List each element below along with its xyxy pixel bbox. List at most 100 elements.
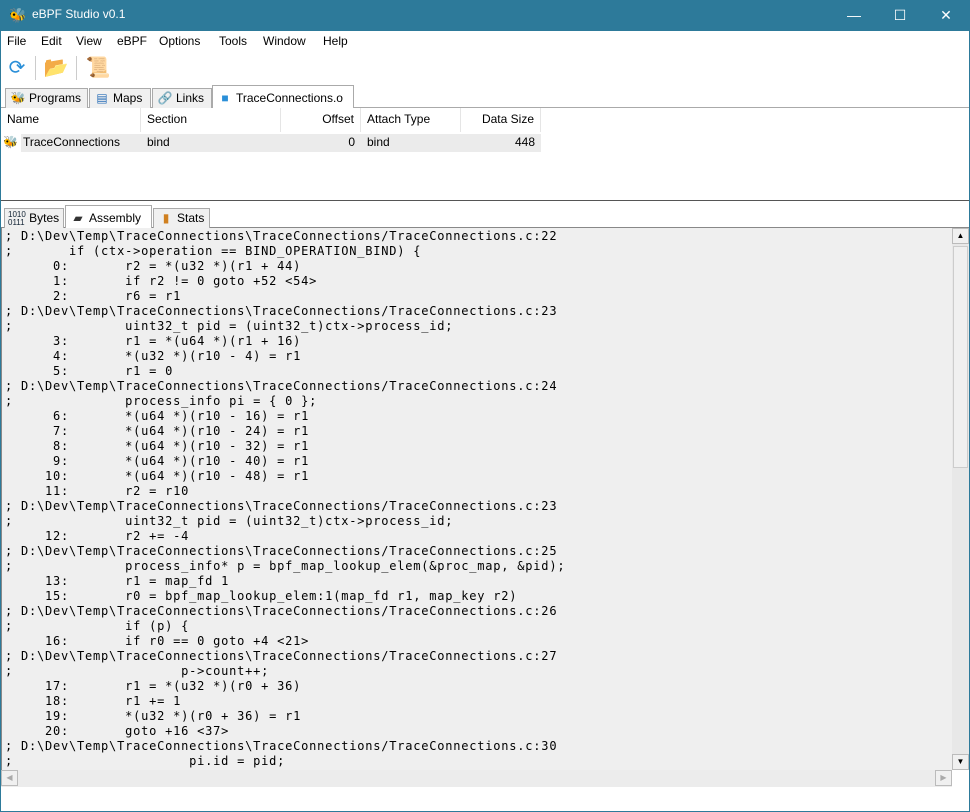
bee-icon: 🐝: [9, 7, 27, 23]
status-bar: [1, 787, 969, 811]
assembly-line: ; process_info pi = { 0 };: [5, 394, 318, 408]
column-header-section[interactable]: Section: [141, 108, 281, 132]
document-tabs: 🐝 Programs ▤ Maps 🔗 Links ■ TraceConnections…: [1, 85, 969, 109]
assembly-line: ; pi.id = pid;: [5, 754, 286, 768]
chain-link-icon: 🔗: [157, 91, 173, 105]
vertical-scrollbar[interactable]: ▲ ▼: [952, 228, 969, 770]
open-folder-icon[interactable]: 📂: [43, 55, 69, 81]
assembly-line: ; uint32_t pid = (uint32_t)ctx->process_…: [5, 319, 454, 333]
close-button[interactable]: ✕: [923, 0, 969, 31]
assembly-line: 4: *(u32 *)(r10 - 4) = r1: [5, 349, 302, 363]
assembly-line: ; D:\Dev\Temp\TraceConnections\TraceConn…: [5, 739, 558, 753]
tab-bytes[interactable]: 1010 0111 Bytes: [4, 208, 64, 228]
tab-label: Maps: [113, 91, 143, 105]
assembly-line: 18: r1 += 1: [5, 694, 182, 708]
view-tabs: 1010 0111 Bytes ▰ Assembly ▮ Stats: [1, 204, 969, 229]
cell-offset: 0: [281, 134, 361, 152]
menu-help[interactable]: Help: [323, 34, 348, 48]
assembly-line: 2: r6 = r1: [5, 289, 182, 303]
tab-label: Programs: [29, 91, 82, 105]
column-header-attach-type[interactable]: Attach Type: [361, 108, 461, 132]
assembly-line: 7: *(u64 *)(r10 - 24) = r1: [5, 424, 310, 438]
tab-links[interactable]: 🔗 Links: [152, 88, 212, 108]
tab-programs[interactable]: 🐝 Programs: [5, 88, 88, 108]
assembly-line: 11: r2 = r10: [5, 484, 190, 498]
title-bar: 🐝 eBPF Studio v0.1 — ☐ ✕: [1, 0, 969, 31]
menu-view[interactable]: View: [76, 34, 102, 48]
database-icon: ▤: [96, 91, 108, 105]
splitter[interactable]: [1, 200, 969, 203]
window-title: eBPF Studio v0.1: [32, 7, 126, 21]
menu-ebpf[interactable]: eBPF: [117, 34, 147, 48]
assembly-line: 1: if r2 != 0 goto +52 <54>: [5, 274, 318, 288]
cube-icon: ■: [221, 91, 229, 105]
minimize-button[interactable]: —: [831, 0, 877, 31]
cell-attach-type: bind: [361, 134, 461, 152]
column-header-name[interactable]: Name: [1, 108, 141, 132]
assembly-line: 20: goto +16 <37>: [5, 724, 230, 738]
menu-edit[interactable]: Edit: [41, 34, 62, 48]
scroll-left-button[interactable]: ◀: [1, 770, 18, 786]
tab-traceconnections[interactable]: ■ TraceConnections.o: [212, 85, 354, 109]
tab-label: Assembly: [89, 211, 142, 225]
assembly-line: 8: *(u64 *)(r10 - 32) = r1: [5, 439, 310, 453]
tab-assembly[interactable]: ▰ Assembly: [65, 205, 152, 229]
menu-window[interactable]: Window: [263, 34, 306, 48]
assembly-line: 13: r1 = map_fd 1: [5, 574, 230, 588]
toolbar: ⟳ 📂 📜: [1, 51, 969, 85]
tab-stats[interactable]: ▮ Stats: [153, 208, 210, 228]
toolbar-separator: [35, 56, 36, 80]
main-window: 🐝 eBPF Studio v0.1 — ☐ ✕ File Edit View …: [1, 0, 969, 811]
binary-icon: 1010 0111: [8, 210, 26, 227]
tab-label: Stats: [177, 211, 205, 225]
toolbar-separator: [76, 56, 77, 80]
assembly-line: ; uint32_t pid = (uint32_t)ctx->process_…: [5, 514, 454, 528]
assembly-line: 6: *(u64 *)(r10 - 16) = r1: [5, 409, 310, 423]
assembly-line: ; D:\Dev\Temp\TraceConnections\TraceConn…: [5, 544, 558, 558]
chip-icon: ▰: [73, 211, 83, 225]
cell-section: bind: [141, 134, 281, 152]
assembly-line: 16: if r0 == 0 goto +4 <21>: [5, 634, 310, 648]
assembly-line: 17: r1 = *(u32 *)(r0 + 36): [5, 679, 302, 693]
scroll-down-button[interactable]: ▼: [952, 754, 969, 770]
menu-file[interactable]: File: [7, 34, 26, 48]
assembly-line: ; if (ctx->operation == BIND_OPERATION_B…: [5, 244, 422, 258]
scroll-thumb[interactable]: [953, 246, 968, 468]
assembly-line: 19: *(u32 *)(r0 + 36) = r1: [5, 709, 302, 723]
assembly-view[interactable]: ; D:\Dev\Temp\TraceConnections\TraceConn…: [1, 228, 952, 770]
assembly-line: 0: r2 = *(u32 *)(r1 + 44): [5, 259, 302, 273]
assembly-line: ; D:\Dev\Temp\TraceConnections\TraceConn…: [5, 229, 558, 243]
cell-data-size: 448: [461, 134, 541, 152]
scroll-right-button[interactable]: ▶: [935, 770, 952, 786]
scroll-up-button[interactable]: ▲: [952, 228, 969, 244]
menu-tools[interactable]: Tools: [219, 34, 247, 48]
menu-bar: File Edit View eBPF Options Tools Window…: [1, 31, 969, 51]
assembly-line: ; D:\Dev\Temp\TraceConnections\TraceConn…: [5, 604, 558, 618]
assembly-line: 15: r0 = bpf_map_lookup_elem:1(map_fd r1…: [5, 589, 518, 603]
bee-icon: 🐝: [10, 91, 26, 105]
assembly-line: ; D:\Dev\Temp\TraceConnections\TraceConn…: [5, 499, 558, 513]
maximize-button[interactable]: ☐: [877, 0, 923, 31]
assembly-line: 3: r1 = *(u64 *)(r1 + 16): [5, 334, 302, 348]
assembly-line: ; D:\Dev\Temp\TraceConnections\TraceConn…: [5, 649, 558, 663]
assembly-line: ; p->count++;: [5, 664, 270, 678]
bee-icon: 🐝: [3, 135, 18, 149]
assembly-line: 5: r1 = 0: [5, 364, 174, 378]
tab-label: Bytes: [29, 211, 60, 226]
assembly-line: ; if (p) {: [5, 619, 190, 633]
assembly-line: 12: r2 += -4: [5, 529, 190, 543]
column-header-offset[interactable]: Offset: [281, 108, 361, 132]
menu-options[interactable]: Options: [159, 34, 200, 48]
refresh-icon[interactable]: ⟳: [4, 55, 30, 81]
cell-name: TraceConnections: [21, 134, 141, 152]
assembly-line: 9: *(u64 *)(r10 - 40) = r1: [5, 454, 310, 468]
programs-table: Name Section Offset Attach Type Data Siz…: [1, 108, 969, 200]
assembly-text: ; D:\Dev\Temp\TraceConnections\TraceConn…: [2, 228, 952, 769]
tab-maps[interactable]: ▤ Maps: [89, 88, 151, 108]
assembly-line: ; D:\Dev\Temp\TraceConnections\TraceConn…: [5, 304, 558, 318]
column-header-data-size[interactable]: Data Size: [461, 108, 541, 132]
tab-label: Links: [176, 91, 205, 105]
horizontal-scrollbar[interactable]: ◀ ▶: [1, 770, 952, 787]
load-script-icon[interactable]: 📜: [85, 55, 111, 81]
assembly-line: 10: *(u64 *)(r10 - 48) = r1: [5, 469, 310, 483]
